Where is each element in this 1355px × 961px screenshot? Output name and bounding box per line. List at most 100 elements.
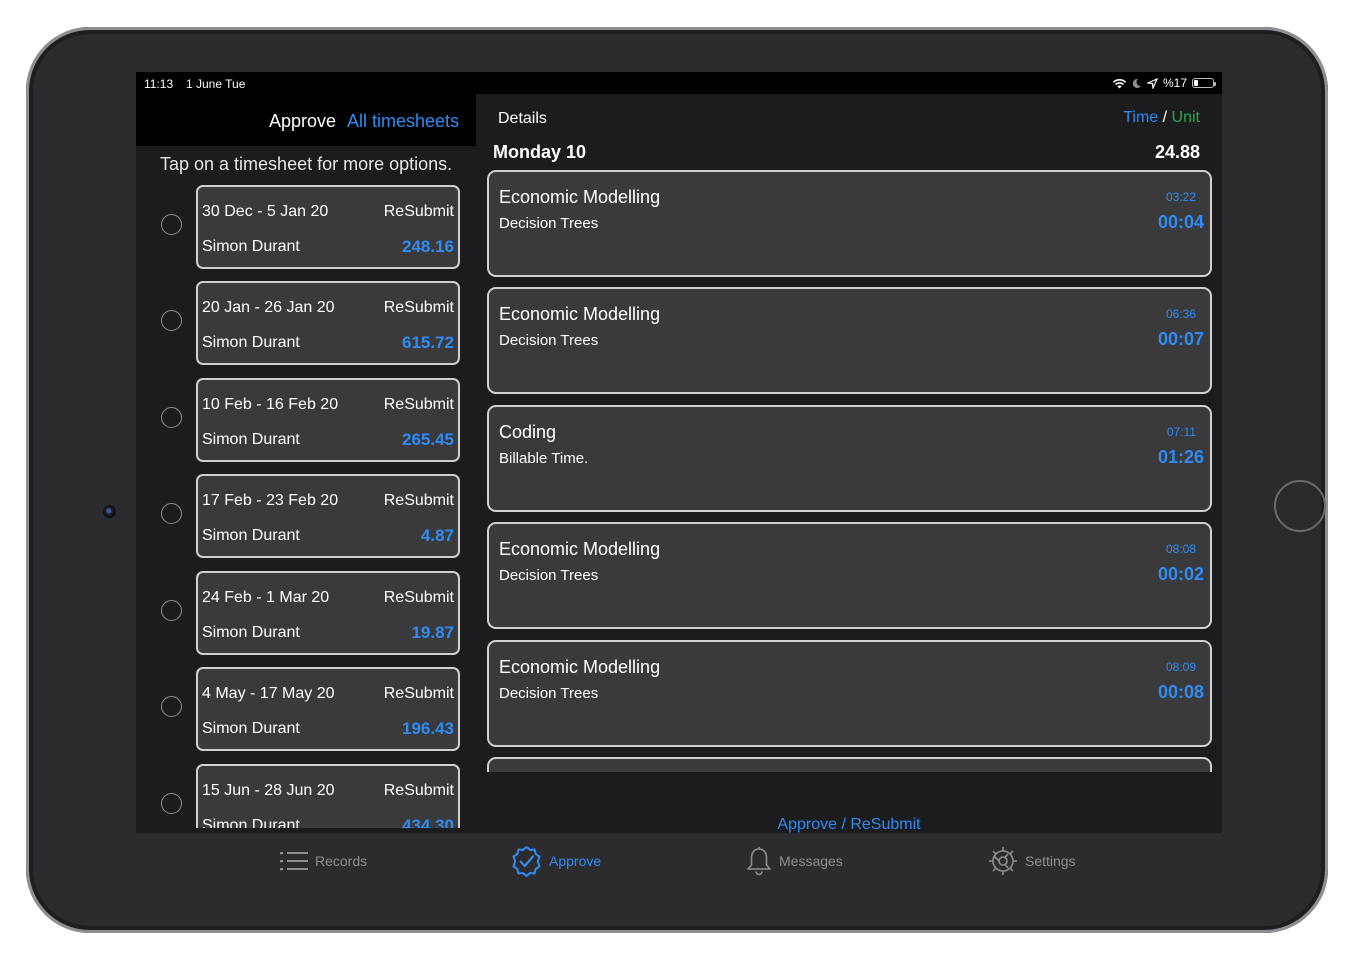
timesheet-row[interactable]: 10 Feb - 16 Feb 20 ReSubmit Simon Durant…: [136, 375, 476, 462]
select-radio[interactable]: [161, 503, 182, 524]
timesheet-status: ReSubmit: [383, 782, 454, 799]
time-entry-card[interactable]: Economic Modelling Decision Trees 08:08 …: [487, 522, 1212, 629]
entry-subtitle: Billable Time.: [499, 450, 589, 467]
day-heading: Monday 10: [493, 142, 587, 162]
timesheet-card[interactable]: 15 Jun - 28 Jun 20 ReSubmit Simon Durant…: [196, 764, 460, 828]
tab-label: Records: [315, 853, 368, 869]
entry-start-time: 08:09: [1165, 660, 1196, 674]
select-radio[interactable]: [161, 214, 182, 235]
timesheet-row[interactable]: 15 Jun - 28 Jun 20 ReSubmit Simon Durant…: [136, 761, 476, 828]
moon-icon: [1132, 78, 1141, 88]
all-timesheets-link[interactable]: All timesheets: [347, 111, 459, 132]
entry-title: Economic Modelling: [499, 539, 661, 559]
timesheet-card[interactable]: 10 Feb - 16 Feb 20 ReSubmit Simon Durant…: [196, 378, 460, 462]
timesheet-list-panel: Approve All timesheets Tap on a timeshee…: [136, 72, 476, 833]
entry-start-time: 07:11: [1166, 425, 1196, 439]
timesheet-status: ReSubmit: [383, 203, 454, 220]
day-total: 24.88: [1154, 142, 1200, 162]
battery-icon: [1192, 78, 1216, 88]
select-radio[interactable]: [161, 407, 182, 428]
timesheet-card[interactable]: 20 Jan - 26 Jan 20 ReSubmit Simon Durant…: [196, 281, 460, 365]
entry-list[interactable]: Economic Modelling Decision Trees 03:22 …: [476, 170, 1222, 772]
timesheet-status: ReSubmit: [383, 396, 454, 413]
timesheet-total: 434.30: [402, 816, 454, 828]
status-time: 11:13: [144, 77, 174, 91]
details-label: Details: [498, 110, 547, 127]
hint-text: Tap on a timesheet for more options.: [160, 154, 453, 174]
tab-approve[interactable]: Approve: [510, 845, 601, 877]
entry-duration: 00:08: [1157, 682, 1204, 702]
timesheet-row[interactable]: 4 May - 17 May 20 ReSubmit Simon Durant …: [136, 664, 476, 751]
timesheet-dates: 10 Feb - 16 Feb 20: [202, 396, 339, 413]
timesheet-total: 615.72: [402, 333, 454, 352]
entry-duration: 00:04: [1157, 212, 1204, 232]
entry-title: Economic Modelling: [499, 657, 661, 677]
timesheet-card[interactable]: 24 Feb - 1 Mar 20 ReSubmit Simon Durant …: [196, 571, 460, 655]
timesheet-dates: 4 May - 17 May 20: [202, 685, 335, 702]
entry-subtitle: Decision Trees: [499, 567, 599, 584]
time-entry-card[interactable]: [487, 757, 1212, 772]
timesheet-row[interactable]: 30 Dec - 5 Jan 20 ReSubmit Simon Durant …: [136, 182, 476, 269]
tab-label: Messages: [779, 853, 843, 869]
camera: [103, 505, 116, 518]
timesheet-total: 4.87: [420, 526, 454, 545]
toggle-separator: /: [1162, 109, 1168, 126]
time-unit-toggle[interactable]: Time / Unit: [1123, 109, 1200, 127]
timesheet-card[interactable]: 4 May - 17 May 20 ReSubmit Simon Durant …: [196, 667, 460, 751]
entry-duration: 00:02: [1157, 564, 1204, 584]
timesheet-row[interactable]: 17 Feb - 23 Feb 20 ReSubmit Simon Durant…: [136, 471, 476, 558]
select-radio[interactable]: [161, 600, 182, 621]
time-entry-card[interactable]: Coding Billable Time. 07:11 01:26: [487, 405, 1212, 512]
timesheet-card[interactable]: 30 Dec - 5 Jan 20 ReSubmit Simon Durant …: [196, 185, 460, 269]
timesheet-row[interactable]: 24 Feb - 1 Mar 20 ReSubmit Simon Durant …: [136, 568, 476, 655]
timesheet-status: ReSubmit: [383, 492, 454, 509]
timesheet-card[interactable]: 17 Feb - 23 Feb 20 ReSubmit Simon Durant…: [196, 474, 460, 558]
entry-start-time: 03:22: [1165, 190, 1196, 204]
time-entry-card[interactable]: Economic Modelling Decision Trees 03:22 …: [487, 170, 1212, 277]
select-radio[interactable]: [161, 793, 182, 814]
status-bar: 11:13 1 June Tue %17: [136, 72, 1222, 94]
select-radio[interactable]: [161, 310, 182, 331]
timesheet-list[interactable]: 30 Dec - 5 Jan 20 ReSubmit Simon Durant …: [136, 182, 476, 828]
tab-records[interactable]: Records: [279, 845, 367, 877]
timesheet-row[interactable]: 20 Jan - 26 Jan 20 ReSubmit Simon Durant…: [136, 278, 476, 365]
status-indicators: %17: [1112, 76, 1216, 90]
entry-title: Economic Modelling: [499, 187, 661, 207]
tab-bar: Records Approve Messages Settings: [136, 833, 1222, 887]
location-arrow-icon: [1146, 77, 1158, 89]
home-button[interactable]: [1274, 480, 1326, 532]
timesheet-total: 19.87: [411, 623, 454, 642]
timesheet-dates: 24 Feb - 1 Mar 20: [202, 589, 330, 606]
timesheet-name: Simon Durant: [202, 624, 300, 641]
bell-icon: [747, 847, 771, 876]
timesheet-dates: 20 Jan - 26 Jan 20: [202, 299, 335, 316]
status-date: 1 June Tue: [186, 77, 246, 91]
unit-option[interactable]: Unit: [1172, 109, 1200, 126]
time-entry-card[interactable]: Economic Modelling Decision Trees 06:36 …: [487, 287, 1212, 394]
timesheet-name: Simon Durant: [202, 527, 300, 544]
entry-title: Coding: [499, 422, 557, 442]
details-panel: Details Time / Unit Monday 10 24.88 Econ…: [476, 94, 1222, 833]
timesheet-name: Simon Durant: [202, 817, 300, 828]
list-icon: [280, 852, 308, 871]
timesheet-name: Simon Durant: [202, 720, 300, 737]
tab-label: Settings: [1025, 853, 1076, 869]
gear-icon: [989, 847, 1017, 875]
time-option[interactable]: Time: [1123, 109, 1158, 126]
timesheet-dates: 15 Jun - 28 Jun 20: [202, 782, 335, 799]
approve-resubmit-button[interactable]: Approve / ReSubmit: [476, 816, 1222, 834]
tab-label: Approve: [549, 853, 602, 869]
entry-start-time: 08:08: [1165, 542, 1196, 556]
timesheet-dates: 17 Feb - 23 Feb 20: [202, 492, 339, 509]
entry-title: Economic Modelling: [499, 304, 661, 324]
timesheet-total: 196.43: [402, 719, 454, 738]
tab-messages[interactable]: Messages: [745, 845, 843, 877]
select-radio[interactable]: [161, 696, 182, 717]
timesheet-status: ReSubmit: [383, 589, 454, 606]
timesheet-status: ReSubmit: [383, 299, 454, 316]
page-title: Approve: [269, 111, 337, 131]
time-entry-card[interactable]: Economic Modelling Decision Trees 08:09 …: [487, 640, 1212, 747]
timesheet-total: 265.45: [402, 430, 454, 449]
tab-settings[interactable]: Settings: [987, 845, 1076, 877]
timesheet-name: Simon Durant: [202, 334, 300, 351]
